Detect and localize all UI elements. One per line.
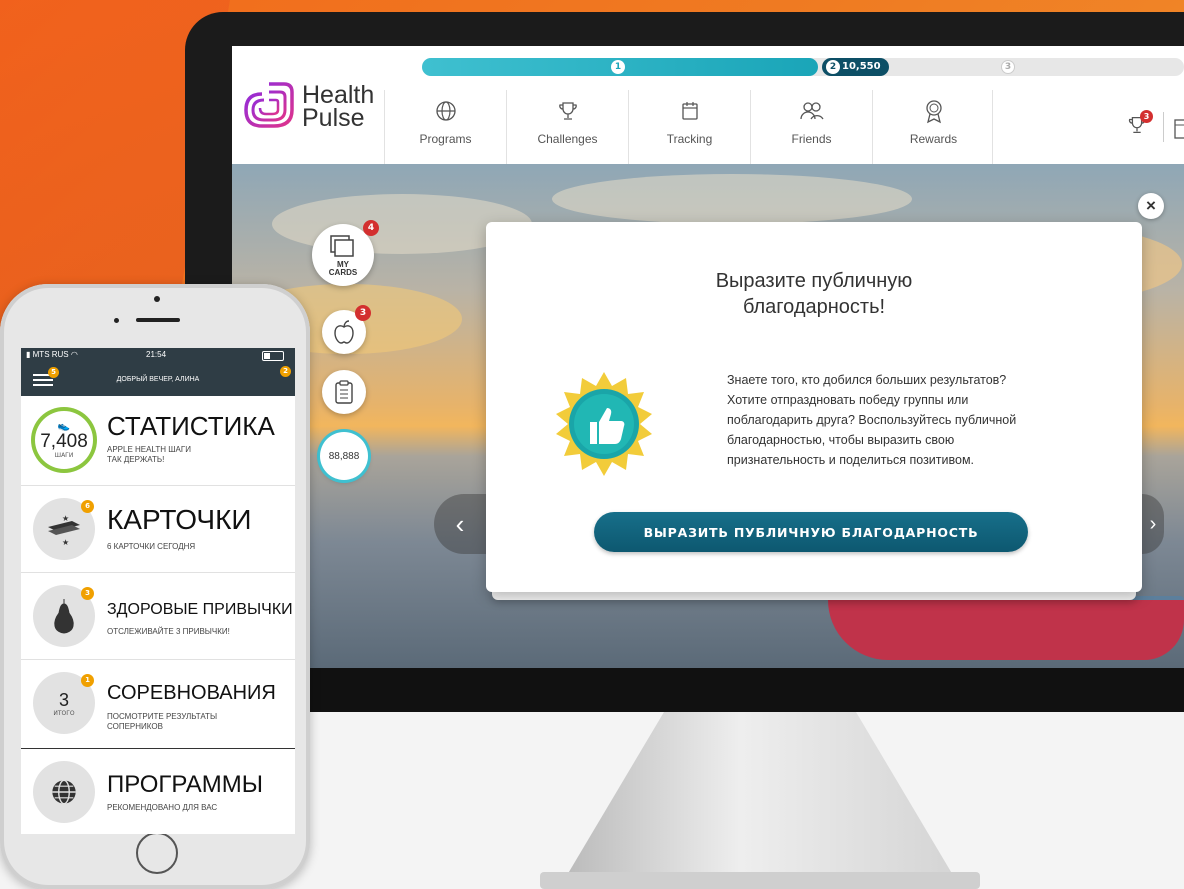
competitions-count-label: ИТОГО	[53, 709, 75, 717]
my-cards-label-line2: CARDS	[328, 268, 358, 277]
habits-row-badge: 3	[81, 587, 94, 600]
modal-body-line: благодарностью, чтобы выразить свою	[727, 433, 955, 447]
monitor-chin	[185, 668, 1184, 712]
phone-row-statistics[interactable]: 👟 7,408 ШАГИ СТАТИСТИКА APPLE HEALTH ШАГ…	[21, 397, 295, 486]
competitions-count: 3	[58, 689, 69, 710]
nav-tracking[interactable]: Tracking	[628, 90, 750, 164]
row-title: ПРОГРАММЫ	[107, 771, 264, 798]
nav-friends-label: Friends	[791, 132, 832, 146]
thumbs-up-seal-icon	[552, 372, 656, 480]
globe-icon	[435, 101, 456, 121]
steps-counter-button[interactable]: 88,888	[320, 432, 368, 480]
phone-row-cards[interactable]: ★ ★ 6 КАРТОЧКИ 6 КАРТОЧКИ СЕГОДНЯ	[21, 486, 295, 573]
nav-programs[interactable]: Programs	[384, 90, 506, 164]
express-public-thanks-button[interactable]: ВЫРАЗИТЬ ПУБЛИЧНУЮ БЛАГОДАРНОСТЬ	[594, 512, 1028, 552]
clipboard-icon	[335, 380, 353, 404]
steps-ring: 👟 7,408 ШАГИ	[31, 407, 97, 473]
nav-rewards[interactable]: Rewards	[872, 90, 994, 164]
phone-time: 21:54	[146, 350, 167, 359]
phone-carrier-label: MTS RUS	[32, 350, 69, 359]
row-title: СОРЕВНОВАНИЯ	[107, 682, 276, 704]
modal-body: Знаете того, кто добился больших результ…	[727, 370, 1079, 470]
nav-programs-label: Programs	[419, 132, 472, 146]
signal-icon: ▮	[26, 350, 31, 359]
brand-line-2: Pulse	[302, 104, 365, 132]
phone-row-competitions[interactable]: 3 ИТОГО 1 СОРЕВНОВАНИЯ ПОСМОТРИТЕ РЕЗУЛЬ…	[21, 660, 295, 749]
tracking-checklist-button[interactable]	[322, 370, 366, 414]
steps-value-label: ШАГИ	[54, 452, 74, 459]
close-icon[interactable]: ×	[1138, 193, 1164, 219]
cards-stack-icon: ★★	[48, 514, 80, 547]
monitor-stand-base	[540, 872, 980, 889]
row-title: ЗДОРОВЫЕ ПРИВЫЧКИ	[107, 601, 293, 618]
modal-title: Выразите публичную благодарность!	[486, 268, 1142, 320]
modal-body-line: признательность и поделиться позитивом.	[727, 453, 975, 467]
apple-icon	[334, 320, 354, 344]
trophy-icon	[558, 102, 577, 120]
habits-badge: 3	[355, 305, 371, 321]
competitions-row-badge: 1	[81, 674, 94, 687]
steps-value: 7,408	[40, 431, 88, 452]
modal-body-line: поблагодарить друга? Воспользуйтесь публ…	[727, 413, 1017, 427]
phone-greeting: ДОБРЫЙ ВЕЧЕР, АЛИНА	[116, 376, 200, 383]
row-subtitle: ТАК ДЕРЖАТЬ!	[107, 455, 165, 464]
nav-challenges-label: Challenges	[537, 132, 598, 146]
modal-body-line: Знаете того, кто добился больших результ…	[727, 373, 1007, 387]
nav-rewards-label: Rewards	[909, 132, 958, 146]
brand-name: Health Pulse	[302, 83, 374, 132]
progress-points: 2 10,550	[822, 58, 889, 76]
calendar-icon	[681, 102, 698, 120]
notifications-badge: 2	[280, 366, 291, 377]
progress-level-2: 2	[826, 60, 840, 74]
pear-icon	[54, 599, 74, 634]
phone-row-programs[interactable]: ПРОГРАММЫ РЕКОМЕНДОВАНО ДЛЯ ВАС	[21, 749, 295, 833]
wifi-icon: ◠	[70, 350, 78, 359]
progress-points-value: 10,550	[842, 61, 881, 72]
boat	[828, 600, 1184, 660]
steps-counter-value: 88,888	[328, 450, 360, 462]
calendar-icon	[1174, 119, 1184, 139]
svg-text:★: ★	[62, 514, 69, 523]
award-icon	[925, 100, 942, 124]
header-divider	[1163, 112, 1164, 142]
svg-text:★: ★	[62, 538, 69, 547]
nav-challenges[interactable]: Challenges	[506, 90, 628, 164]
modal-title-line1: Выразите публичную	[715, 270, 913, 292]
globe-icon	[52, 779, 76, 805]
progress-level-3: 3	[1001, 60, 1015, 74]
battery-icon	[262, 351, 284, 361]
cards-stack-icon	[330, 235, 354, 257]
modal-body-line: Хотите отпраздновать победу группы или	[727, 393, 969, 407]
row-title: СТАТИСТИКА	[107, 411, 275, 441]
friends-icon	[799, 102, 824, 120]
phone-home-button[interactable]	[136, 832, 178, 874]
trophy-badge: 3	[1140, 110, 1153, 123]
nav-friends[interactable]: Friends	[750, 90, 872, 164]
cards-badge: 4	[363, 220, 379, 236]
nav-separator	[992, 90, 993, 164]
row-subtitle: ПОСМОТРИТЕ РЕЗУЛЬТАТЫ	[107, 712, 218, 721]
phone-carrier: ▮ MTS RUS ◠	[26, 350, 78, 359]
phone-sensor	[114, 318, 119, 323]
main-nav: Programs Challenges Tracking Friends Rew…	[384, 90, 994, 164]
row-title: КАРТОЧКИ	[107, 504, 252, 535]
modal-title-line2: благодарность!	[742, 296, 886, 318]
chevron-left-icon[interactable]: ‹	[434, 494, 486, 554]
row-subtitle: 6 КАРТОЧКИ СЕГОДНЯ	[107, 542, 196, 551]
programs-icon-circle	[33, 761, 95, 823]
nav-tracking-label: Tracking	[666, 132, 713, 146]
row-subtitle: ОТСЛЕЖИВАЙТЕ 3 ПРИВЫЧКИ!	[107, 627, 230, 636]
progress-level-1: 1	[611, 60, 625, 74]
phone-speaker	[136, 318, 180, 322]
row-subtitle: РЕКОМЕНДОВАНО ДЛЯ ВАС	[107, 803, 218, 812]
cloud	[552, 174, 912, 224]
phone-row-habits[interactable]: 3 ЗДОРОВЫЕ ПРИВЫЧКИ ОТСЛЕЖИВАЙТЕ 3 ПРИВЫ…	[21, 573, 295, 660]
row-subtitle: APPLE HEALTH ШАГИ	[107, 445, 191, 454]
phone-camera	[154, 296, 160, 302]
health-pulse-logo[interactable]	[240, 80, 298, 134]
header-calendar-button[interactable]	[1174, 118, 1184, 144]
logo-mark-icon	[244, 82, 294, 128]
cards-row-badge: 6	[81, 500, 94, 513]
row-subtitle: СОПЕРНИКОВ	[107, 722, 163, 731]
